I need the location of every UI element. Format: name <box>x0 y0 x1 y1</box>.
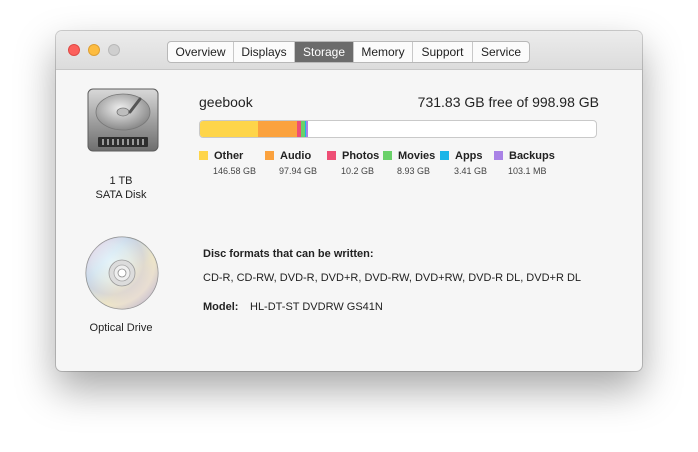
legend-swatch <box>265 151 274 160</box>
disc-formats-list: CD-R, CD-RW, DVD-R, DVD+R, DVD-RW, DVD+R… <box>203 272 582 284</box>
usage-segment-other <box>200 121 259 137</box>
about-this-mac-window: Overview Displays Storage Memory Support… <box>56 31 642 371</box>
optical-disc-icon <box>85 236 159 310</box>
legend-label: Audio <box>280 150 312 162</box>
tab-support[interactable]: Support <box>413 42 473 62</box>
tab-overview[interactable]: Overview <box>168 42 234 62</box>
legend-label: Other <box>214 150 244 162</box>
legend-size: 146.58 GB <box>213 166 257 176</box>
legend-size: 10.2 GB <box>341 166 375 176</box>
hard-disk-icon <box>87 88 159 152</box>
zoom-button[interactable] <box>108 44 120 56</box>
tab-memory[interactable]: Memory <box>354 42 413 62</box>
tab-service[interactable]: Service <box>473 42 529 62</box>
usage-segment-audio <box>258 121 297 137</box>
legend-swatch <box>440 151 449 160</box>
legend-label: Backups <box>509 150 555 162</box>
usage-segment-backups <box>306 121 308 137</box>
legend-label: Photos <box>342 150 380 162</box>
legend-size: 3.41 GB <box>454 166 488 176</box>
close-button[interactable] <box>68 44 80 56</box>
tab-displays[interactable]: Displays <box>234 42 295 62</box>
legend-swatch <box>327 151 336 160</box>
legend-size: 8.93 GB <box>397 166 431 176</box>
legend-label: Apps <box>455 150 483 162</box>
disk-type-label: SATA Disk <box>95 189 147 201</box>
disk-free-space: 731.83 GB free of 998.98 GB <box>417 94 599 110</box>
legend-swatch <box>494 151 503 160</box>
disk-size-label: 1 TB <box>109 175 133 187</box>
legend-swatch <box>199 151 208 160</box>
tab-bar: Overview Displays Storage Memory Support… <box>167 41 530 63</box>
tab-storage[interactable]: Storage <box>295 42 354 62</box>
disk-name: geebook <box>199 94 253 110</box>
optical-drive-label: Optical Drive <box>89 322 153 334</box>
title-bar: Overview Displays Storage Memory Support… <box>56 31 642 70</box>
legend-label: Movies <box>398 150 436 162</box>
model-value: HL-DT-ST DVDRW GS41N <box>250 301 383 313</box>
storage-usage-bar <box>199 120 597 138</box>
legend-size: 103.1 MB <box>508 166 547 176</box>
model-label: Model: <box>203 301 239 313</box>
legend-size: 97.94 GB <box>279 166 318 176</box>
disc-formats-title: Disc formats that can be written: <box>203 248 374 260</box>
minimize-button[interactable] <box>88 44 100 56</box>
legend-swatch <box>383 151 392 160</box>
